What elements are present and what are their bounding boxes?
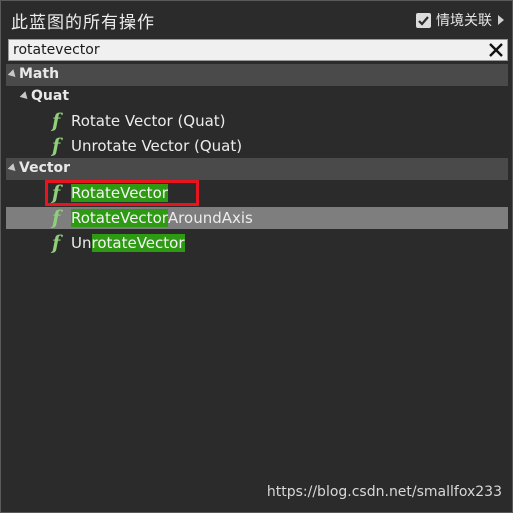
annotation-highlight-box	[45, 180, 199, 206]
category-vector[interactable]: Vector	[6, 158, 508, 180]
menu-title: 此蓝图的所有操作	[11, 13, 155, 33]
list-item-rotate-vector-around-axis[interactable]: f RotateVectorAroundAxis	[6, 207, 508, 229]
context-sensitive-checkbox[interactable]	[416, 12, 431, 28]
category-label: Quat	[31, 88, 70, 104]
item-label: UnrotateVector	[71, 234, 185, 252]
list-item-unrotate-vector-quat[interactable]: f Unrotate Vector (Quat)	[6, 135, 508, 157]
function-icon: f	[52, 207, 61, 229]
collapse-arrow-icon[interactable]	[7, 163, 19, 174]
collapse-arrow-icon[interactable]	[7, 69, 19, 80]
blueprint-action-menu: 此蓝图的所有操作 情境关联 Math Quat f Rotate Vector …	[0, 0, 513, 513]
function-icon: f	[52, 110, 61, 132]
expand-arrow-icon[interactable]	[498, 15, 504, 25]
category-quat[interactable]: Quat	[6, 86, 508, 108]
function-icon: f	[52, 135, 61, 157]
context-sensitive-label: 情境关联	[436, 13, 492, 29]
clear-search-icon[interactable]	[488, 42, 504, 58]
label-prefix: Un	[71, 234, 92, 252]
list-item-rotate-vector-quat[interactable]: f Rotate Vector (Quat)	[6, 110, 508, 132]
function-icon: f	[52, 232, 61, 254]
checkmark-icon	[418, 15, 429, 26]
category-label: Math	[19, 66, 60, 82]
search-match-highlight: RotateVector	[71, 209, 168, 227]
collapse-arrow-icon[interactable]	[19, 91, 31, 102]
label-suffix: AroundAxis	[167, 209, 253, 227]
menu-header: 此蓝图的所有操作 情境关联	[1, 1, 512, 39]
list-item-unrotate-vector[interactable]: f UnrotateVector	[6, 232, 508, 254]
search-box	[8, 39, 508, 61]
watermark-text: https://blog.csdn.net/smallfox233	[266, 484, 502, 500]
item-label: Unrotate Vector (Quat)	[71, 137, 243, 155]
category-math[interactable]: Math	[6, 64, 508, 86]
category-label: Vector	[19, 160, 71, 176]
search-input[interactable]	[13, 40, 483, 60]
context-sensitive-toggle[interactable]: 情境关联	[416, 10, 504, 30]
item-label: RotateVectorAroundAxis	[71, 209, 253, 227]
item-label: Rotate Vector (Quat)	[71, 112, 226, 130]
search-match-highlight: rotateVector	[91, 234, 185, 252]
